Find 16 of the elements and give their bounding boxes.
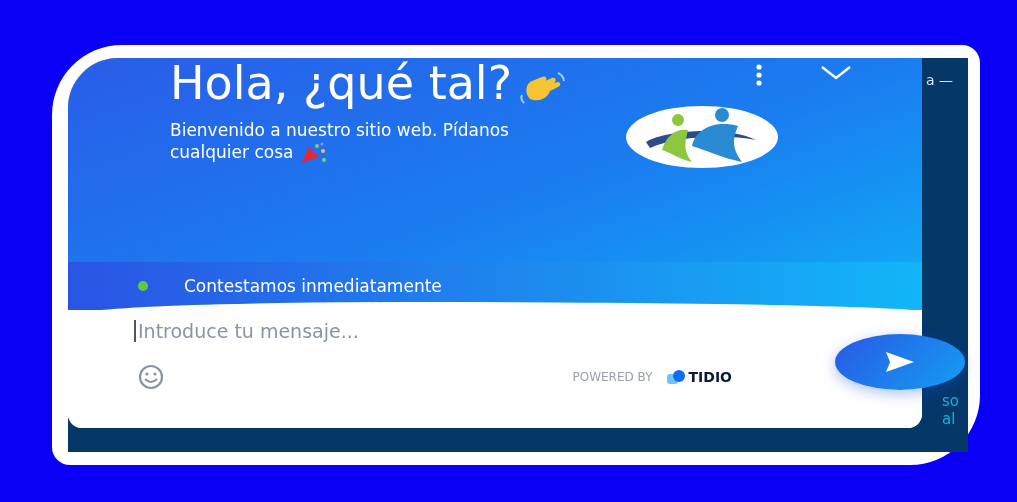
welcome-text: Bienvenido a nuestro sitio web. Pídanos cualquier cosa <box>170 120 560 165</box>
brand-name: TIDIO <box>688 369 732 385</box>
background-text: so <box>941 392 960 410</box>
logo-icon <box>626 106 778 168</box>
status-text: Contestamos inmediatamente <box>184 276 442 296</box>
message-input[interactable]: Introduce tu mensaje... <box>134 320 558 342</box>
chevron-down-icon[interactable] <box>820 64 852 82</box>
background-text: a — <box>926 72 955 88</box>
background-text: al <box>941 410 957 428</box>
greeting-title: Hola, ¿qué tal? <box>170 58 640 108</box>
party-popper-icon <box>298 141 327 165</box>
emoji-icon[interactable] <box>138 364 164 390</box>
send-icon <box>885 351 915 373</box>
more-options-icon[interactable] <box>754 64 764 86</box>
brand-logo-icon <box>666 370 685 384</box>
powered-by-text: POWERED BY <box>572 370 653 384</box>
